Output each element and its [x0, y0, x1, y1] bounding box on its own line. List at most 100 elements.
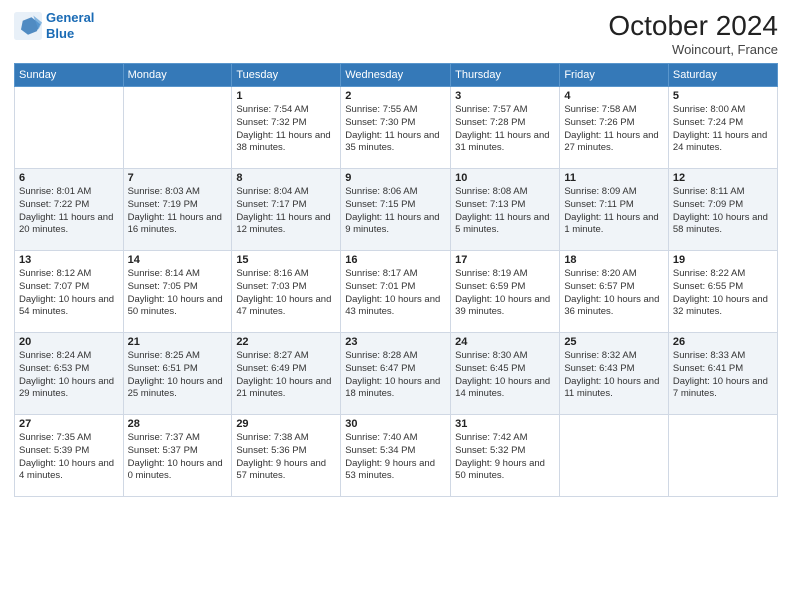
day-number: 4: [564, 90, 664, 102]
day-info: Sunrise: 8:27 AM Sunset: 6:49 PM Dayligh…: [236, 350, 336, 401]
calendar-cell: 30Sunrise: 7:40 AM Sunset: 5:34 PM Dayli…: [341, 415, 451, 497]
day-info: Sunrise: 8:24 AM Sunset: 6:53 PM Dayligh…: [19, 350, 119, 401]
month-year: October 2024: [608, 10, 778, 42]
logo: General Blue: [14, 10, 94, 41]
day-number: 23: [345, 336, 446, 348]
calendar-cell: [123, 87, 232, 169]
calendar-cell: 2 Sunrise: 7:55 AM Sunset: 7:30 PM Daylig…: [341, 87, 451, 169]
calendar-cell: [560, 415, 669, 497]
day-number: 1: [236, 90, 336, 102]
day-info: Sunrise: 7:58 AM Sunset: 7:26 PM Dayligh…: [564, 104, 664, 155]
day-info: Sunrise: 7:38 AM Sunset: 5:36 PM Dayligh…: [236, 432, 336, 483]
calendar-cell: 10 Sunrise: 8:08 AM Sunset: 7:13 PM Dayli…: [451, 169, 560, 251]
day-info: Sunrise: 8:19 AM Sunset: 6:59 PM Dayligh…: [455, 268, 555, 319]
calendar-cell: 27Sunrise: 7:35 AM Sunset: 5:39 PM Dayli…: [15, 415, 124, 497]
day-number: 25: [564, 336, 664, 348]
calendar-cell: 22 Sunrise: 8:27 AM Sunset: 6:49 PM Dayli…: [232, 333, 341, 415]
day-info: Sunrise: 8:32 AM Sunset: 6:43 PM Dayligh…: [564, 350, 664, 401]
calendar-cell: 21Sunrise: 8:25 AM Sunset: 6:51 PM Dayli…: [123, 333, 232, 415]
day-header-wednesday: Wednesday: [341, 64, 451, 87]
calendar: SundayMondayTuesdayWednesdayThursdayFrid…: [14, 63, 778, 497]
calendar-cell: 1 Sunrise: 7:54 AM Sunset: 7:32 PM Daylig…: [232, 87, 341, 169]
calendar-cell: 15Sunrise: 8:16 AM Sunset: 7:03 PM Dayli…: [232, 251, 341, 333]
day-info: Sunrise: 8:04 AM Sunset: 7:17 PM Dayligh…: [236, 186, 336, 237]
calendar-cell: 24 Sunrise: 8:30 AM Sunset: 6:45 PM Dayli…: [451, 333, 560, 415]
day-number: 20: [19, 336, 119, 348]
day-info: Sunrise: 7:57 AM Sunset: 7:28 PM Dayligh…: [455, 104, 555, 155]
day-number: 19: [673, 254, 773, 266]
day-number: 5: [673, 90, 773, 102]
day-number: 18: [564, 254, 664, 266]
calendar-cell: 25 Sunrise: 8:32 AM Sunset: 6:43 PM Dayli…: [560, 333, 669, 415]
day-number: 22: [236, 336, 336, 348]
day-info: Sunrise: 8:33 AM Sunset: 6:41 PM Dayligh…: [673, 350, 773, 401]
day-number: 15: [236, 254, 336, 266]
day-header-monday: Monday: [123, 64, 232, 87]
logo-line1: General: [46, 10, 94, 25]
calendar-cell: 19Sunrise: 8:22 AM Sunset: 6:55 PM Dayli…: [668, 251, 777, 333]
day-number: 2: [345, 90, 446, 102]
calendar-header-row: SundayMondayTuesdayWednesdayThursdayFrid…: [15, 64, 778, 87]
calendar-cell: 20 Sunrise: 8:24 AM Sunset: 6:53 PM Dayli…: [15, 333, 124, 415]
day-number: 8: [236, 172, 336, 184]
day-info: Sunrise: 8:30 AM Sunset: 6:45 PM Dayligh…: [455, 350, 555, 401]
calendar-cell: 16 Sunrise: 8:17 AM Sunset: 7:01 PM Dayli…: [341, 251, 451, 333]
day-number: 31: [455, 418, 555, 430]
calendar-cell: 29 Sunrise: 7:38 AM Sunset: 5:36 PM Dayli…: [232, 415, 341, 497]
day-header-saturday: Saturday: [668, 64, 777, 87]
calendar-cell: 17 Sunrise: 8:19 AM Sunset: 6:59 PM Dayli…: [451, 251, 560, 333]
day-number: 24: [455, 336, 555, 348]
calendar-cell: 6 Sunrise: 8:01 AM Sunset: 7:22 PM Daylig…: [15, 169, 124, 251]
day-info: Sunrise: 8:03 AM Sunset: 7:19 PM Dayligh…: [128, 186, 228, 237]
calendar-cell: 5 Sunrise: 8:00 AM Sunset: 7:24 PM Daylig…: [668, 87, 777, 169]
day-header-sunday: Sunday: [15, 64, 124, 87]
day-info: Sunrise: 8:12 AM Sunset: 7:07 PM Dayligh…: [19, 268, 119, 319]
day-info: Sunrise: 8:09 AM Sunset: 7:11 PM Dayligh…: [564, 186, 664, 237]
day-number: 17: [455, 254, 555, 266]
day-header-tuesday: Tuesday: [232, 64, 341, 87]
location: Woincourt, France: [608, 42, 778, 57]
day-number: 29: [236, 418, 336, 430]
day-number: 14: [128, 254, 228, 266]
day-number: 27: [19, 418, 119, 430]
calendar-week-3: 13 Sunrise: 8:12 AM Sunset: 7:07 PM Dayli…: [15, 251, 778, 333]
calendar-cell: 7 Sunrise: 8:03 AM Sunset: 7:19 PM Daylig…: [123, 169, 232, 251]
day-number: 11: [564, 172, 664, 184]
day-info: Sunrise: 7:37 AM Sunset: 5:37 PM Dayligh…: [128, 432, 228, 483]
day-info: Sunrise: 7:54 AM Sunset: 7:32 PM Dayligh…: [236, 104, 336, 155]
calendar-cell: 26 Sunrise: 8:33 AM Sunset: 6:41 PM Dayli…: [668, 333, 777, 415]
day-number: 6: [19, 172, 119, 184]
page: General Blue October 2024 Woincourt, Fra…: [0, 0, 792, 612]
calendar-cell: 12 Sunrise: 8:11 AM Sunset: 7:09 PM Dayli…: [668, 169, 777, 251]
day-number: 26: [673, 336, 773, 348]
day-number: 30: [345, 418, 446, 430]
day-info: Sunrise: 8:08 AM Sunset: 7:13 PM Dayligh…: [455, 186, 555, 237]
day-info: Sunrise: 8:01 AM Sunset: 7:22 PM Dayligh…: [19, 186, 119, 237]
day-info: Sunrise: 8:00 AM Sunset: 7:24 PM Dayligh…: [673, 104, 773, 155]
calendar-cell: 14 Sunrise: 8:14 AM Sunset: 7:05 PM Dayli…: [123, 251, 232, 333]
calendar-cell: [668, 415, 777, 497]
calendar-week-4: 20 Sunrise: 8:24 AM Sunset: 6:53 PM Dayli…: [15, 333, 778, 415]
day-info: Sunrise: 8:14 AM Sunset: 7:05 PM Dayligh…: [128, 268, 228, 319]
day-info: Sunrise: 8:17 AM Sunset: 7:01 PM Dayligh…: [345, 268, 446, 319]
day-number: 10: [455, 172, 555, 184]
logo-icon: [14, 12, 42, 40]
day-number: 12: [673, 172, 773, 184]
day-info: Sunrise: 8:20 AM Sunset: 6:57 PM Dayligh…: [564, 268, 664, 319]
day-header-thursday: Thursday: [451, 64, 560, 87]
calendar-cell: 11 Sunrise: 8:09 AM Sunset: 7:11 PM Dayli…: [560, 169, 669, 251]
day-number: 28: [128, 418, 228, 430]
day-info: Sunrise: 7:55 AM Sunset: 7:30 PM Dayligh…: [345, 104, 446, 155]
day-number: 16: [345, 254, 446, 266]
header: General Blue October 2024 Woincourt, Fra…: [14, 10, 778, 57]
calendar-week-5: 27Sunrise: 7:35 AM Sunset: 5:39 PM Dayli…: [15, 415, 778, 497]
day-number: 13: [19, 254, 119, 266]
calendar-cell: 8 Sunrise: 8:04 AM Sunset: 7:17 PM Daylig…: [232, 169, 341, 251]
day-number: 7: [128, 172, 228, 184]
calendar-cell: 23 Sunrise: 8:28 AM Sunset: 6:47 PM Dayli…: [341, 333, 451, 415]
day-info: Sunrise: 8:28 AM Sunset: 6:47 PM Dayligh…: [345, 350, 446, 401]
day-info: Sunrise: 8:11 AM Sunset: 7:09 PM Dayligh…: [673, 186, 773, 237]
day-number: 3: [455, 90, 555, 102]
day-number: 9: [345, 172, 446, 184]
calendar-cell: 31Sunrise: 7:42 AM Sunset: 5:32 PM Dayli…: [451, 415, 560, 497]
